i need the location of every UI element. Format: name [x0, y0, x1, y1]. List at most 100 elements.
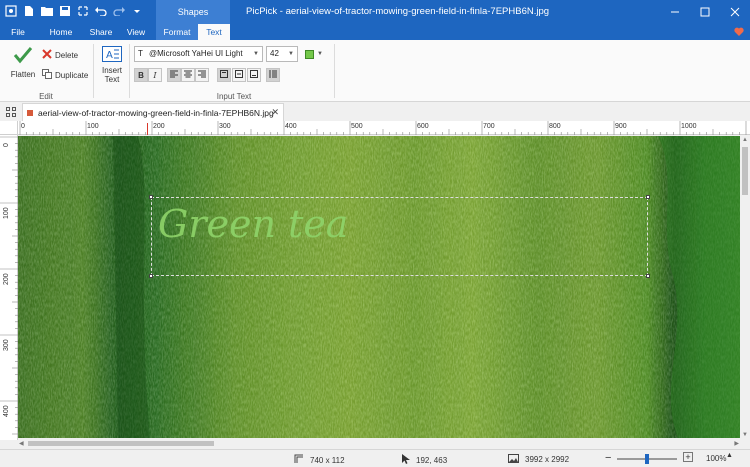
vertical-ruler: 0 100 200 300 400 — [0, 135, 18, 440]
chevron-down-icon: ▼ — [317, 51, 323, 57]
font-type-icon: T — [138, 49, 143, 58]
input-text-group-label: Input Text — [216, 92, 252, 101]
ruler-label: 600 — [417, 123, 429, 130]
ruler-label: 800 — [549, 123, 561, 130]
heart-icon[interactable] — [734, 27, 744, 37]
save-icon[interactable] — [58, 4, 72, 18]
cursor-arrow-icon — [402, 454, 410, 466]
grid-view-icon[interactable] — [6, 107, 16, 117]
resize-handle[interactable] — [646, 195, 650, 199]
font-size-select[interactable]: 42 ▼ — [266, 46, 298, 62]
resize-handle[interactable] — [149, 195, 153, 199]
ruler-label: 0 — [3, 143, 10, 147]
selection-size-status: 740 x 112 — [294, 454, 345, 466]
zoom-out-button[interactable]: − — [605, 452, 611, 464]
text-color-swatch — [305, 49, 314, 59]
zoom-in-button[interactable]: + — [683, 452, 693, 462]
close-tab-icon[interactable]: ✕ — [271, 107, 279, 118]
ruler-label: 700 — [483, 123, 495, 130]
capture-icon[interactable] — [76, 4, 90, 18]
ruler-label: 500 — [351, 123, 363, 130]
insert-text-icon: A — [102, 46, 122, 64]
delete-x-icon — [42, 49, 52, 61]
ruler-label: 400 — [3, 405, 10, 417]
group-separator — [334, 44, 335, 98]
zoom-level[interactable]: 100% — [706, 454, 726, 463]
close-button[interactable] — [720, 0, 750, 24]
selection-icon — [294, 454, 304, 466]
ruler-label: 100 — [87, 123, 99, 130]
ribbon-tab-row: File Home Share View Format Text — [0, 24, 750, 40]
new-file-icon[interactable] — [22, 4, 36, 18]
chevron-down-icon: ▼ — [288, 51, 294, 57]
align-right-button[interactable] — [195, 68, 209, 82]
tab-file[interactable]: File — [4, 24, 32, 40]
tab-format[interactable]: Format — [156, 24, 198, 40]
scroll-right-icon[interactable]: ▶ — [734, 440, 739, 447]
vertical-scroll-thumb[interactable] — [742, 147, 748, 195]
redo-icon[interactable] — [112, 4, 126, 18]
vertical-scrollbar[interactable]: ▲ ▼ — [740, 135, 750, 440]
minimize-button[interactable] — [660, 0, 690, 24]
horizontal-scrollbar[interactable]: ◀ ▶ — [18, 438, 740, 449]
maximize-button[interactable] — [690, 0, 720, 24]
text-selection-box[interactable]: Green tea — [149, 195, 650, 278]
tab-share[interactable]: Share — [82, 24, 120, 40]
duplicate-button[interactable]: Duplicate — [42, 68, 88, 82]
ribbon-panel: Flatten Delete Duplicate Edit A Insert T… — [0, 40, 750, 102]
valign-middle-icon — [235, 70, 243, 80]
cursor-position-status: 192, 463 — [402, 454, 447, 466]
image-size-status: 3992 x 2992 — [508, 454, 569, 465]
horizontal-ruler-ticks — [19, 121, 747, 135]
italic-button[interactable]: I — [148, 68, 162, 82]
scroll-left-icon[interactable]: ◀ — [19, 440, 24, 447]
tab-view[interactable]: View — [118, 24, 154, 40]
undo-icon[interactable] — [94, 4, 108, 18]
overlay-text[interactable]: Green tea — [158, 202, 348, 246]
quick-access-toolbar — [4, 4, 144, 18]
valign-top-button[interactable] — [217, 68, 231, 82]
align-left-button[interactable] — [167, 68, 181, 82]
duplicate-label: Duplicate — [55, 70, 89, 80]
image-size-icon — [508, 454, 519, 465]
document-tab-bar: aerial-view-of-tractor-mowing-green-fiel… — [0, 103, 750, 121]
flatten-button[interactable]: Flatten — [8, 46, 38, 79]
font-name-value: @Microsoft YaHei UI Light — [149, 49, 243, 58]
zoom-slider[interactable] — [617, 454, 677, 464]
ruler-corner — [0, 121, 18, 135]
align-left-icon — [170, 70, 178, 80]
horizontal-ruler: 0 100 200 300 400 500 600 700 800 900 10… — [18, 121, 750, 135]
status-bar: 740 x 112 192, 463 3992 x 2992 − + 100% … — [0, 449, 750, 467]
scroll-down-icon[interactable]: ▼ — [742, 432, 748, 438]
font-name-select[interactable]: T @Microsoft YaHei UI Light ▼ — [134, 46, 263, 62]
ruler-label: 300 — [219, 123, 231, 130]
valign-bottom-button[interactable] — [247, 68, 261, 82]
delete-button[interactable]: Delete — [42, 48, 78, 62]
text-color-button[interactable]: ▼ — [305, 47, 329, 61]
horizontal-scroll-thumb[interactable] — [28, 441, 214, 446]
document-tab[interactable]: aerial-view-of-tractor-mowing-green-fiel… — [22, 103, 284, 121]
insert-text-label-1: Insert — [101, 66, 122, 75]
valign-middle-button[interactable] — [232, 68, 246, 82]
insert-text-label-2: Text — [104, 75, 120, 84]
insert-text-button[interactable]: A Insert Text — [98, 46, 126, 84]
ruler-label: 100 — [3, 207, 10, 219]
chevron-up-icon[interactable]: ▲ — [726, 452, 733, 459]
selection-size-value: 740 x 112 — [310, 455, 345, 465]
line-spacing-button[interactable] — [266, 68, 280, 82]
flatten-label: Flatten — [10, 70, 36, 79]
align-center-button[interactable] — [181, 68, 195, 82]
chevron-down-icon: ▼ — [253, 51, 259, 57]
tab-text[interactable]: Text — [198, 24, 230, 40]
tab-home[interactable]: Home — [42, 24, 80, 40]
open-folder-icon[interactable] — [40, 4, 54, 18]
bold-button[interactable]: B — [134, 68, 148, 82]
scroll-up-icon[interactable]: ▲ — [742, 137, 748, 143]
resize-handle[interactable] — [149, 274, 153, 278]
zoom-slider-knob[interactable] — [645, 454, 649, 464]
valign-bottom-icon — [250, 70, 258, 80]
resize-handle[interactable] — [646, 274, 650, 278]
customize-toolbar-icon[interactable] — [130, 4, 144, 18]
image-canvas[interactable]: Green tea — [18, 136, 740, 438]
ruler-label: 200 — [3, 273, 10, 285]
